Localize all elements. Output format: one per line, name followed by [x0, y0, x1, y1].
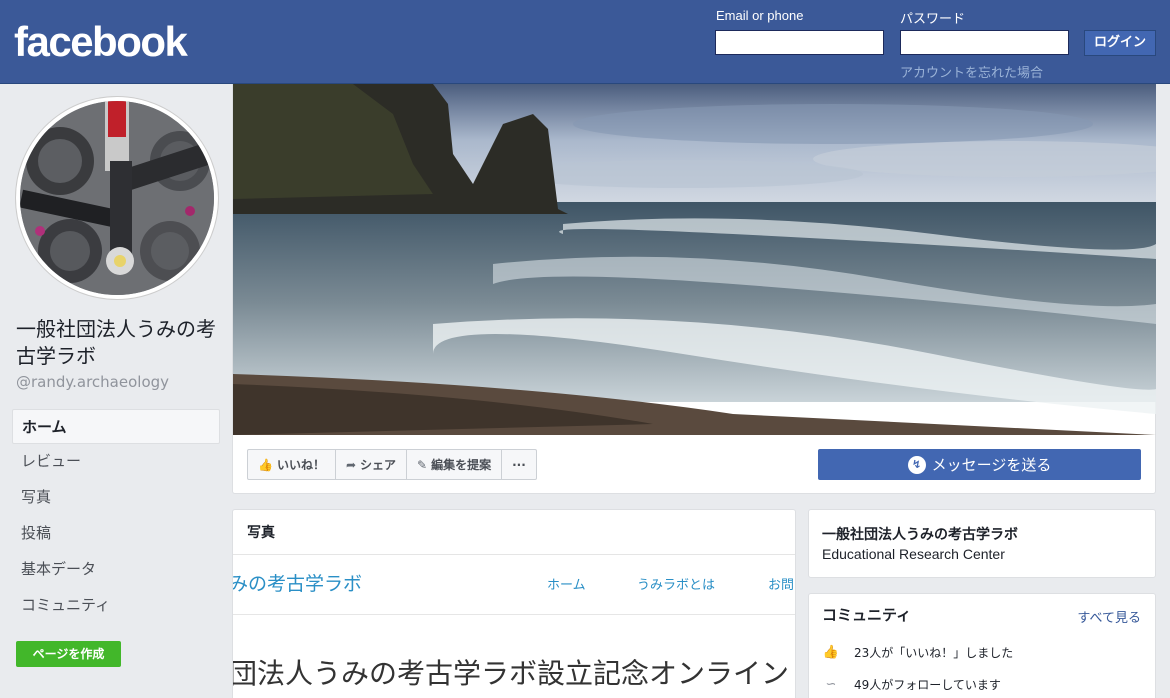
nav-item-posts[interactable]: 投稿	[12, 516, 220, 552]
forgot-account-link[interactable]: アカウントを忘れた場合	[900, 62, 1043, 81]
share-arrow-icon: ➦	[345, 457, 357, 472]
more-button[interactable]: ···	[502, 450, 536, 479]
follows-count-text: 49人がフォローしています	[854, 678, 1001, 692]
send-message-button[interactable]: ↯ メッセージを送る	[818, 449, 1141, 480]
login-button[interactable]: ログイン	[1084, 30, 1156, 56]
preview-nav-contact: お問	[768, 578, 795, 593]
follows-count-row: ∽ 49人がフォローしています	[822, 676, 1001, 693]
about-card: 一般社団法人うみの考古学ラボ Educational Research Cent…	[808, 509, 1156, 578]
send-message-label: メッセージを送る	[931, 456, 1052, 474]
profile-image	[20, 101, 214, 295]
preview-headline: 団法人うみの考古学ラボ設立記念オンライン	[233, 657, 790, 690]
cover-image	[233, 84, 1156, 435]
nav-item-photos[interactable]: 写真	[12, 480, 220, 516]
share-label: シェア	[360, 458, 397, 472]
pencil-icon: ✎	[417, 457, 428, 472]
nav-item-home[interactable]: ホーム	[12, 409, 220, 444]
facebook-logo[interactable]: facebook	[14, 18, 188, 66]
page-title: 一般社団法人うみの考古学ラボ	[16, 317, 216, 368]
photos-title[interactable]: 写真	[247, 522, 275, 542]
create-page-button[interactable]: ページを作成	[16, 641, 121, 667]
see-all-link[interactable]: すべて見る	[1077, 607, 1141, 626]
photos-card: 写真 みの考古学ラボ ホーム うみラボとは お問 団法人うみの考古学ラボ設立記念…	[232, 509, 796, 698]
password-label: パスワード	[900, 11, 966, 26]
community-card: コミュニティ すべて見る 👍 23人が「いいね！」しました ∽ 49人がフォロー…	[808, 593, 1156, 698]
profile-picture[interactable]	[16, 97, 218, 299]
suggest-edit-label: 編集を提案	[431, 458, 492, 472]
email-label: Email or phone	[716, 8, 804, 23]
preview-site-title: みの考古学ラボ	[233, 573, 363, 595]
likes-count-text: 23人が「いいね！」しました	[854, 646, 1014, 660]
community-title: コミュニティ	[822, 606, 912, 624]
messenger-icon: ↯	[907, 455, 926, 474]
preview-nav-about: うみラボとは	[637, 578, 716, 593]
share-button[interactable]: ➦ シェア	[336, 450, 408, 479]
photo-website-preview[interactable]: みの考古学ラボ ホーム うみラボとは お問 団法人うみの考古学ラボ設立記念オンラ…	[233, 555, 795, 698]
more-dots-icon: ···	[512, 457, 526, 472]
suggest-edit-button[interactable]: ✎ 編集を提案	[407, 450, 503, 479]
about-page-name[interactable]: 一般社団法人うみの考古学ラボ	[822, 524, 1018, 544]
thumbs-up-icon: 👍	[822, 645, 840, 660]
nav-item-community[interactable]: コミュニティ	[12, 588, 220, 624]
like-label: いいね！	[276, 458, 325, 472]
about-category[interactable]: Educational Research Center	[822, 546, 1005, 562]
nav-item-about[interactable]: 基本データ	[12, 552, 220, 588]
page-handle[interactable]: @randy.archaeology	[16, 373, 169, 391]
thumbs-up-icon: 👍	[258, 457, 273, 472]
likes-count-row: 👍 23人が「いいね！」しました	[822, 644, 1013, 661]
rss-icon: ∽	[825, 677, 837, 692]
like-button[interactable]: 👍 いいね！	[248, 450, 336, 479]
cover-photo[interactable]	[233, 84, 1156, 435]
preview-nav-home: ホーム	[547, 578, 586, 593]
email-field[interactable]	[715, 30, 884, 55]
page-nav: ホーム レビュー 写真 投稿 基本データ コミュニティ	[12, 409, 220, 624]
top-bar: facebook Email or phone パスワード ログイン アカウント…	[0, 0, 1170, 84]
divider	[233, 614, 795, 615]
password-field[interactable]	[900, 30, 1069, 55]
page-action-group: 👍 いいね！ ➦ シェア ✎ 編集を提案 ···	[247, 449, 537, 480]
nav-item-reviews[interactable]: レビュー	[12, 444, 220, 480]
cover-card: 👍 いいね！ ➦ シェア ✎ 編集を提案 ··· ↯ メッセージを送る	[232, 84, 1156, 494]
